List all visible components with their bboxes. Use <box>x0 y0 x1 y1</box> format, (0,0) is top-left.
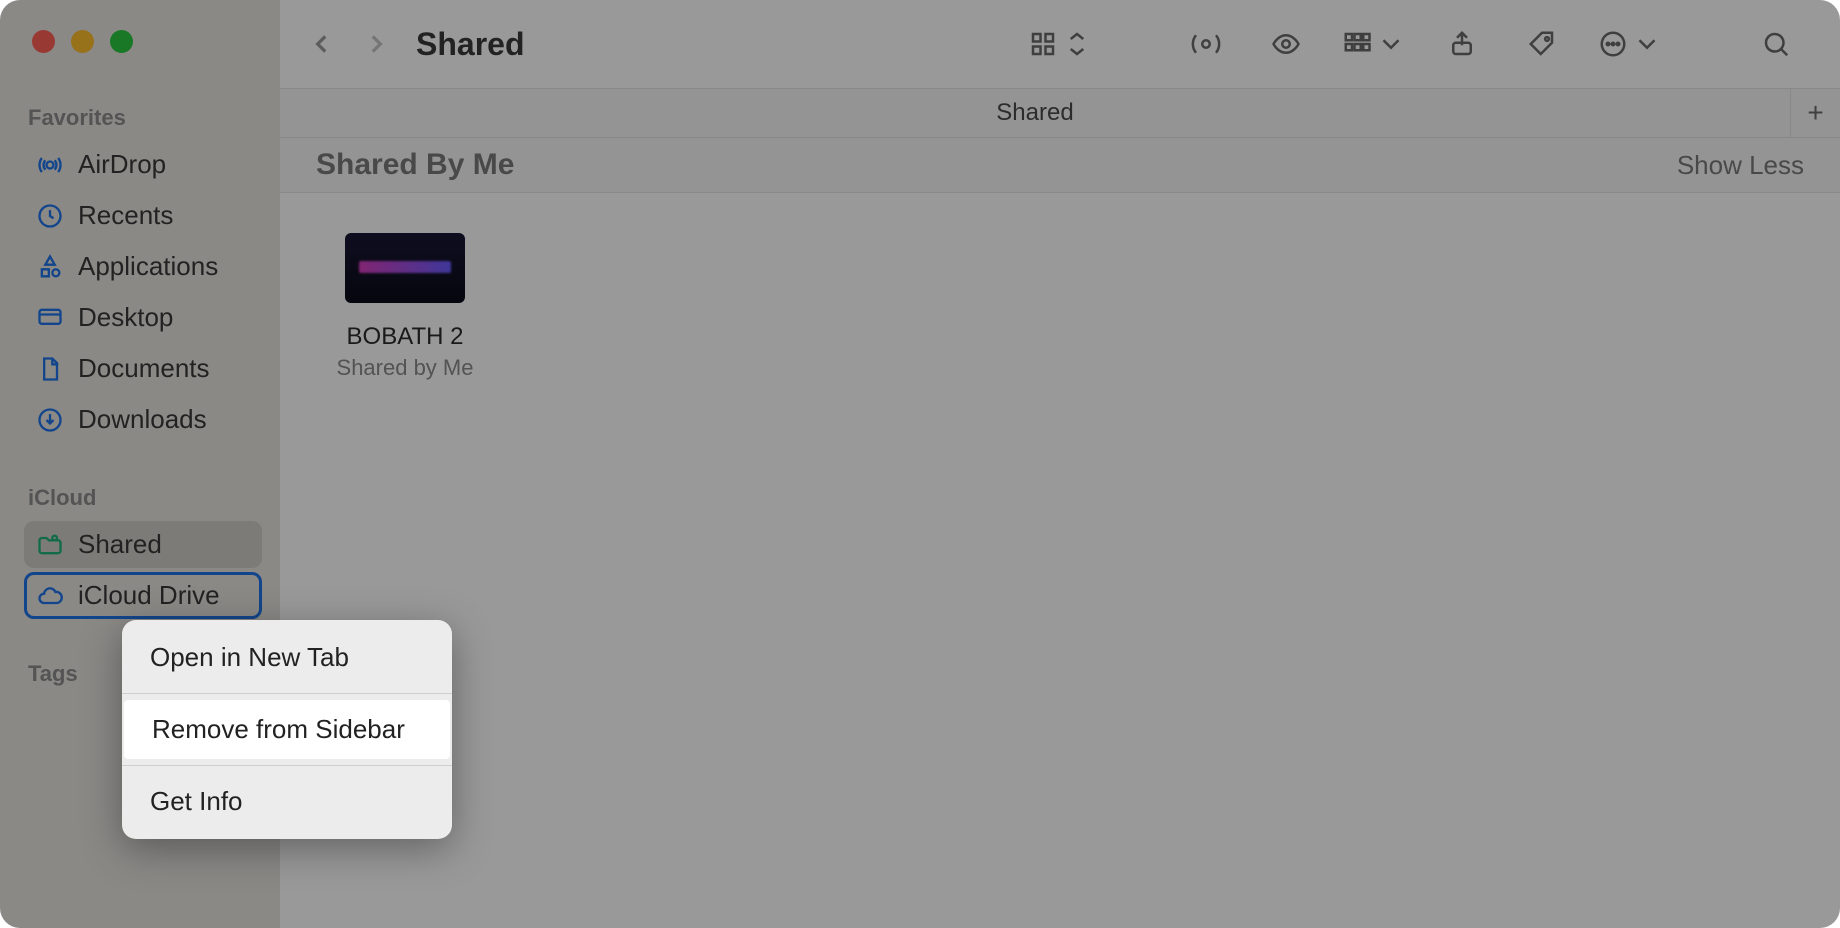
window-title: Shared <box>416 26 524 63</box>
airdrop-toolbar-icon[interactable] <box>1182 20 1230 68</box>
search-toolbar-icon[interactable] <box>1752 20 1800 68</box>
sidebar-item-label: Applications <box>78 251 218 282</box>
forward-button[interactable] <box>354 22 398 66</box>
tags-toolbar-icon[interactable] <box>1518 20 1566 68</box>
section-title: Shared By Me <box>316 148 514 182</box>
context-menu-separator <box>122 765 452 766</box>
apps-icon <box>36 253 64 281</box>
context-menu-open-new-tab[interactable]: Open in New Tab <box>122 628 452 687</box>
toolbar: Shared <box>280 0 1840 88</box>
view-mode-button[interactable] <box>1028 20 1092 68</box>
sidebar-item-applications[interactable]: Applications <box>24 243 262 290</box>
share-toolbar-icon[interactable] <box>1438 20 1486 68</box>
context-menu-separator <box>122 693 452 694</box>
tab-shared[interactable]: Shared <box>280 99 1790 127</box>
desktop-icon <box>36 304 64 332</box>
group-toolbar-button[interactable] <box>1342 20 1406 68</box>
new-tab-button[interactable]: + <box>1790 88 1840 138</box>
sidebar-item-label: iCloud Drive <box>78 580 220 611</box>
sidebar-item-label: Downloads <box>78 404 207 435</box>
section-bar: Shared By Me Show Less <box>280 138 1840 193</box>
sidebar-section-favorites: Favorites <box>28 105 262 131</box>
section-toggle[interactable]: Show Less <box>1677 150 1804 181</box>
download-icon <box>36 406 64 434</box>
airdrop-icon <box>36 151 64 179</box>
sidebar-item-recents[interactable]: Recents <box>24 192 262 239</box>
file-thumbnail <box>345 233 465 303</box>
sidebar-item-shared[interactable]: Shared <box>24 521 262 568</box>
zoom-button[interactable] <box>110 30 133 53</box>
back-button[interactable] <box>300 22 344 66</box>
file-subtitle: Shared by Me <box>320 355 490 381</box>
cloud-icon <box>36 582 64 610</box>
sidebar-item-label: Shared <box>78 529 162 560</box>
document-icon <box>36 355 64 383</box>
sidebar-item-label: Documents <box>78 353 210 384</box>
file-grid: BOBATH 2 Shared by Me <box>280 193 1840 928</box>
tab-bar: Shared + <box>280 88 1840 138</box>
more-toolbar-button[interactable] <box>1598 20 1662 68</box>
window-controls <box>32 30 262 53</box>
context-menu: Open in New Tab Remove from Sidebar Get … <box>122 620 452 839</box>
sidebar-item-label: Recents <box>78 200 173 231</box>
main-content: Shared <box>280 0 1840 928</box>
sidebar-section-icloud: iCloud <box>28 485 262 511</box>
preview-toolbar-icon[interactable] <box>1262 20 1310 68</box>
sidebar-item-label: Desktop <box>78 302 173 333</box>
sidebar-item-downloads[interactable]: Downloads <box>24 396 262 443</box>
file-name: BOBATH 2 <box>320 323 490 351</box>
sidebar-item-documents[interactable]: Documents <box>24 345 262 392</box>
close-button[interactable] <box>32 30 55 53</box>
file-item[interactable]: BOBATH 2 Shared by Me <box>320 233 490 381</box>
sidebar-item-airdrop[interactable]: AirDrop <box>24 141 262 188</box>
clock-icon <box>36 202 64 230</box>
sidebar-item-label: AirDrop <box>78 149 166 180</box>
context-menu-get-info[interactable]: Get Info <box>122 772 452 831</box>
sidebar-item-desktop[interactable]: Desktop <box>24 294 262 341</box>
context-menu-remove-from-sidebar[interactable]: Remove from Sidebar <box>124 700 450 759</box>
sidebar-item-icloud-drive[interactable]: iCloud Drive <box>24 572 262 619</box>
minimize-button[interactable] <box>71 30 94 53</box>
shared-folder-icon <box>36 531 64 559</box>
